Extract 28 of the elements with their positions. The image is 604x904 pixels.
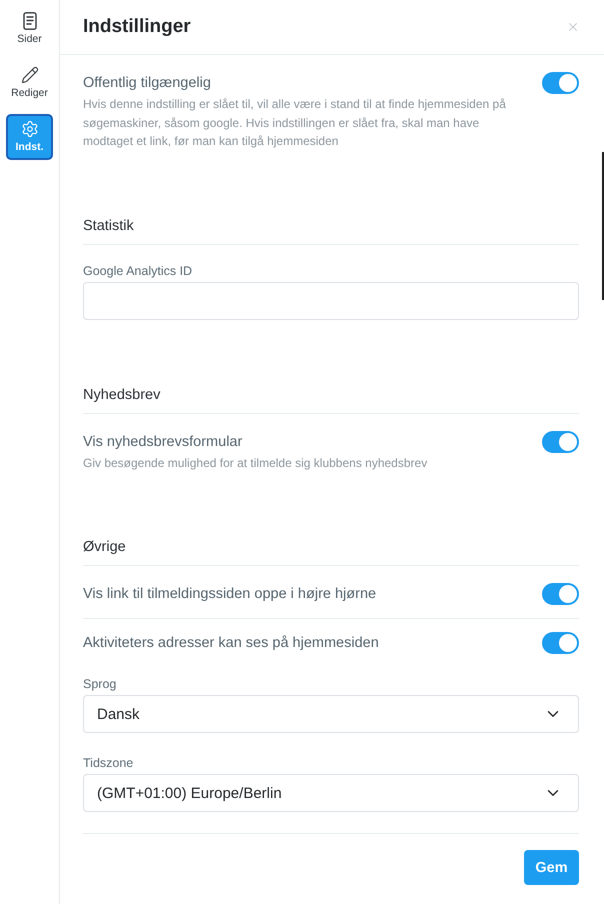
- field-label: Tidszone: [83, 755, 134, 771]
- toggle-switch[interactable]: [542, 632, 579, 654]
- sidebar-item[interactable]: Rediger: [6, 60, 53, 106]
- setting-label: Offentlig tilgængelig: [83, 74, 212, 93]
- field-label: Google Analytics ID: [83, 262, 194, 278]
- toggle-switch[interactable]: [542, 430, 579, 452]
- select-field[interactable]: (GMT+01:00) Europe/Berlin: [83, 774, 579, 812]
- toggle-switch[interactable]: [542, 583, 579, 605]
- panel-title: Indstillinger: [83, 16, 191, 38]
- section-heading: Statistik: [83, 216, 579, 244]
- setting-label: Vis link til tilmeldingssiden oppe i højre hjørne: [83, 585, 376, 604]
- settings-icon: [20, 120, 38, 138]
- scrollbar-thumb[interactable]: [602, 152, 604, 300]
- section-heading: Nyhedsbrev: [83, 384, 579, 414]
- pencil-icon: [20, 66, 38, 84]
- input-field[interactable]: [83, 282, 579, 320]
- toggle-switch[interactable]: [542, 72, 579, 94]
- setting-description: Giv besøgende mulighed for at tilmelde sig klubbens nyhedsbrev: [83, 454, 428, 472]
- close-button[interactable]: [566, 20, 580, 34]
- section-heading: Øvrige: [83, 537, 579, 566]
- setting-label: Vis nyhedsbrevsformular: [83, 432, 244, 452]
- setting-label: Aktiviteters adresser kan ses på hjemmesiden: [83, 634, 379, 653]
- sidebar-item[interactable]: Sider: [6, 6, 53, 52]
- close-icon: [566, 20, 580, 34]
- field-label: Sprog: [83, 676, 118, 692]
- select-field[interactable]: Dansk: [83, 695, 579, 733]
- setting-description: Hvis denne indstilling er slået til, vil alle være i stand til at finde hjemmesiden på søgemaskiner, såsom google. Hvis indstillingen er slået fra, skal man have modtaget et link, før man kan tilgå hjemmesiden: [83, 96, 507, 150]
- document-icon: [20, 12, 38, 30]
